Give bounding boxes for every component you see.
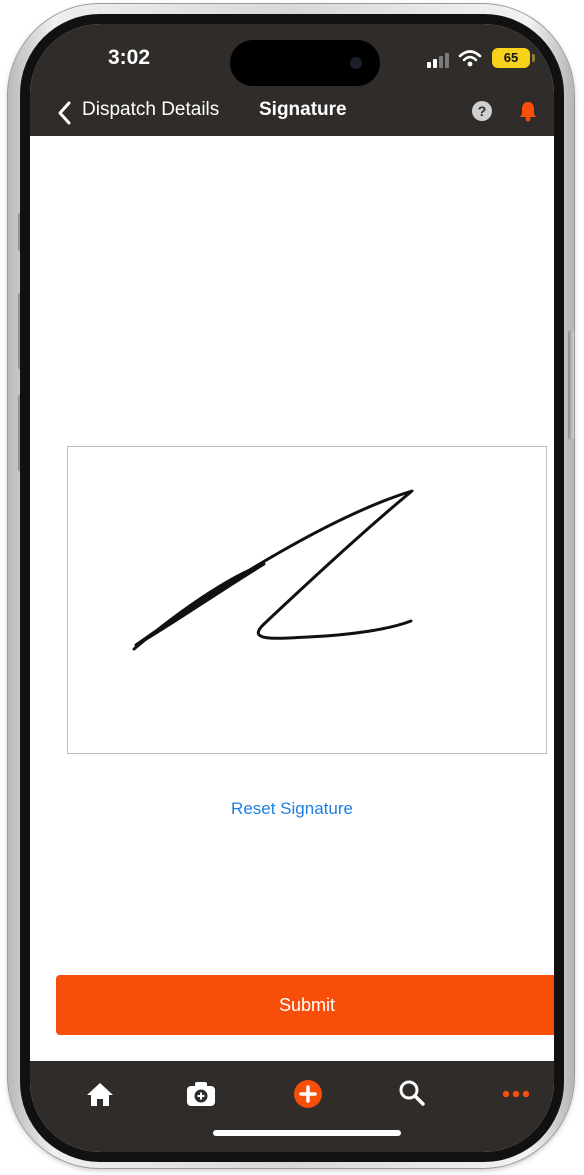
home-icon[interactable] [80, 1077, 120, 1111]
nav-bar: Dispatch Details Signature ? [30, 96, 554, 132]
submit-button[interactable]: Submit [56, 975, 554, 1035]
search-icon[interactable] [392, 1077, 432, 1111]
add-icon[interactable] [288, 1077, 328, 1111]
front-camera [350, 57, 362, 69]
more-icon[interactable] [496, 1077, 536, 1111]
signature-stroke [132, 489, 414, 651]
power-button [568, 330, 574, 440]
camera-icon[interactable] [181, 1077, 221, 1111]
battery-tip [532, 54, 535, 62]
cellular-signal-icon [427, 52, 451, 68]
tab-bar [30, 1061, 554, 1152]
home-indicator [213, 1130, 401, 1136]
signature-pad[interactable] [67, 446, 547, 754]
app-header: 3:02 65 Dispatch Details Signature ? [30, 24, 554, 136]
battery-icon: 65 [492, 48, 530, 68]
help-icon[interactable]: ? [472, 101, 492, 121]
page-title: Signature [259, 99, 347, 120]
back-button[interactable]: Dispatch Details [82, 99, 219, 121]
screen: 3:02 65 Dispatch Details Signature ? Res… [30, 24, 554, 1152]
status-time: 3:02 [108, 46, 151, 69]
reset-signature-link[interactable]: Reset Signature [30, 799, 554, 819]
wifi-icon [458, 50, 482, 67]
back-chevron-icon[interactable] [56, 100, 74, 126]
dynamic-island [230, 40, 380, 86]
bell-icon[interactable] [518, 100, 538, 122]
